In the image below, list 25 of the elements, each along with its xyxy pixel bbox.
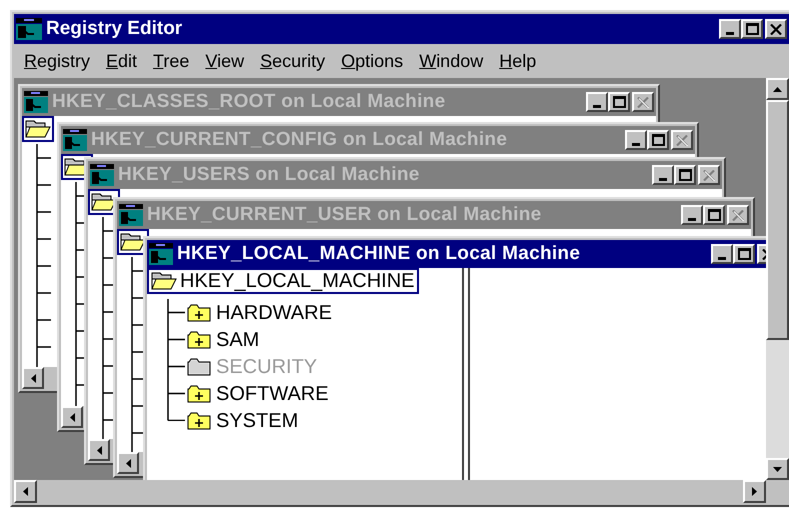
menu-item[interactable]: Help bbox=[499, 48, 536, 74]
tree-label: HKEY_LOCAL_MACHINE bbox=[180, 271, 415, 291]
menu-item[interactable]: Security bbox=[260, 48, 326, 74]
menu-item[interactable]: Tree bbox=[153, 48, 190, 74]
window-title: HKEY_CURRENT_CONFIG on Local Machine bbox=[91, 128, 508, 152]
menu-item[interactable]: Edit bbox=[106, 48, 138, 74]
window-title: HKEY_LOCAL_MACHINE on Local Machine bbox=[177, 242, 582, 266]
key-node[interactable]: SAM bbox=[187, 326, 260, 353]
key-node[interactable]: SOFTWARE bbox=[187, 380, 329, 407]
menu-item[interactable]: Options bbox=[341, 48, 404, 74]
tree-label: SECURITY bbox=[216, 356, 318, 376]
window-title: HKEY_USERS on Local Machine bbox=[118, 162, 421, 187]
menu-item[interactable]: View bbox=[205, 48, 244, 74]
tree-label: SYSTEM bbox=[216, 410, 298, 430]
menu-item[interactable]: Window bbox=[419, 48, 484, 74]
key-node[interactable]: HARDWARE bbox=[187, 299, 332, 326]
menu-item[interactable]: Registry bbox=[24, 48, 90, 74]
tree-label: SAM bbox=[216, 330, 260, 350]
tree-label: SOFTWARE bbox=[216, 384, 329, 404]
window-title: HKEY_CURRENT_USER on Local Machine bbox=[147, 202, 542, 227]
window-title: HKEY_CLASSES_ROOT on Local Machine bbox=[52, 90, 446, 114]
key-node[interactable]: HKEY_LOCAL_MACHINE bbox=[147, 268, 419, 294]
key-node[interactable]: SYSTEM bbox=[187, 407, 298, 434]
window-title: Registry Editor bbox=[46, 16, 184, 41]
tree-label: HARDWARE bbox=[216, 302, 332, 322]
